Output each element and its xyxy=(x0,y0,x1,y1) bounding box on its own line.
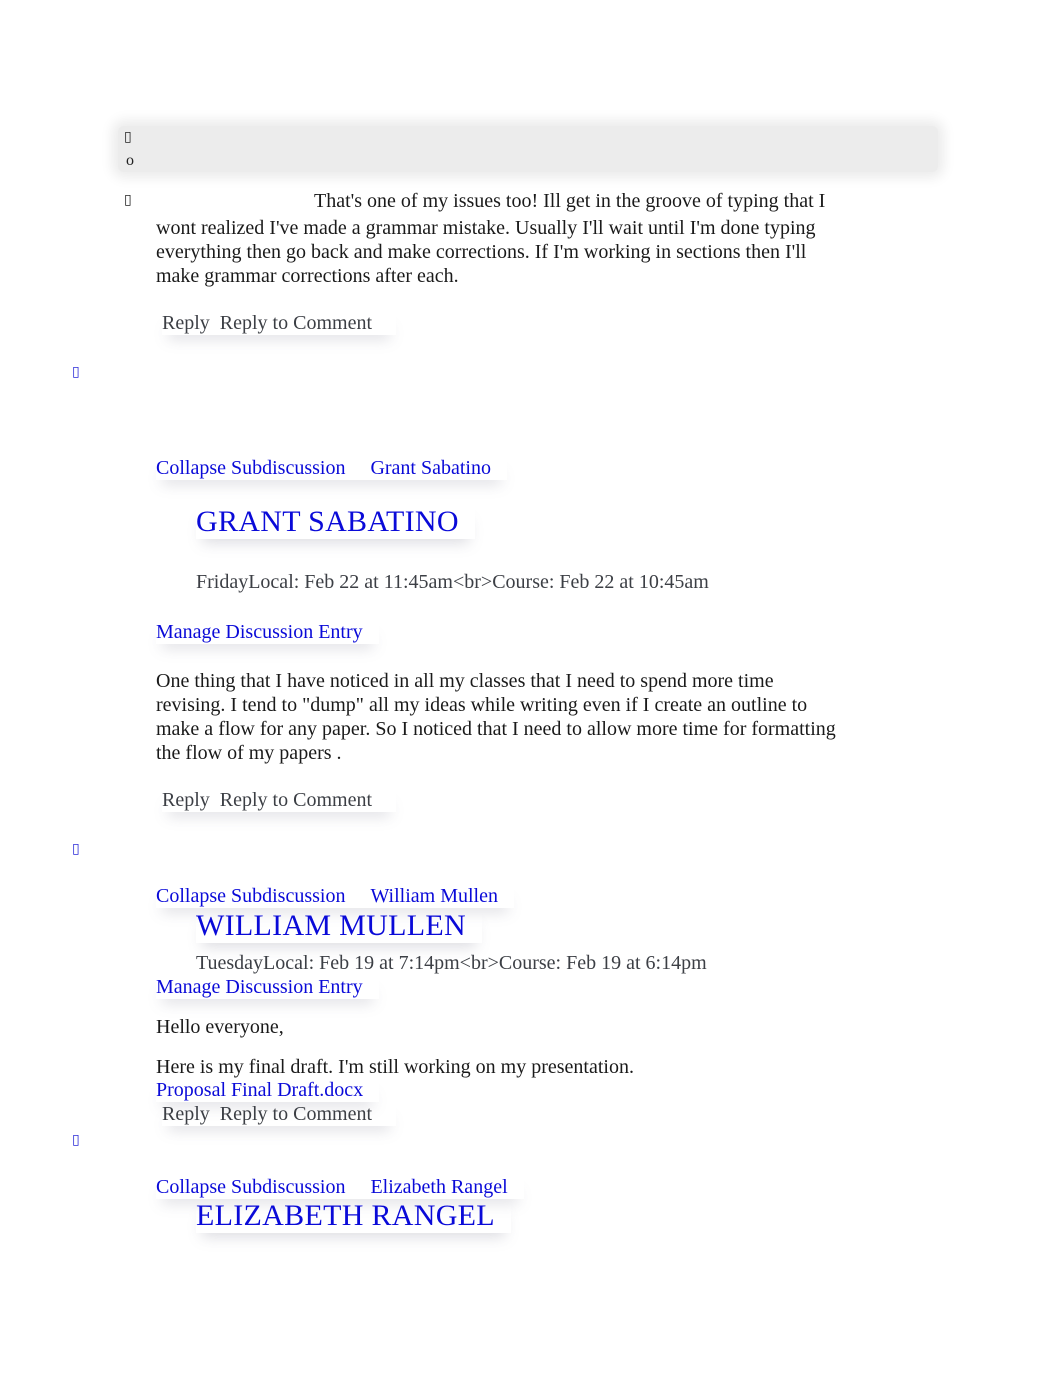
author-heading[interactable]: WILLIAM MULLEN xyxy=(196,909,482,943)
entry-timestamp: FridayLocal: Feb 22 at 11:45am<br>Course… xyxy=(196,571,709,593)
entry-actions: Reply Reply to Comment xyxy=(162,1103,396,1126)
author-heading[interactable]: ELIZABETH RANGEL xyxy=(196,1199,511,1233)
reply-button[interactable]: Reply xyxy=(162,1103,210,1125)
collapsed-header-bar xyxy=(118,126,938,172)
entry-body-line: the flow of my papers . xyxy=(156,742,342,764)
entry-header-links: Collapse Subdiscussion Elizabeth Rangel xyxy=(156,1176,524,1199)
entry-body-line: One thing that I have noticed in all my … xyxy=(156,670,774,692)
circle-bullet-icon: o xyxy=(126,152,134,169)
comment-text-line: make grammar corrections after each. xyxy=(156,265,459,287)
entry-body: Here is my final draft. I'm still workin… xyxy=(156,1056,634,1078)
collapse-subdiscussion-link[interactable]: Collapse Subdiscussion xyxy=(156,1176,345,1198)
entry-actions: Reply Reply to Comment xyxy=(162,789,396,812)
author-link[interactable]: William Mullen xyxy=(370,885,498,907)
reply-to-comment-button[interactable]: Reply to Comment xyxy=(220,312,372,334)
entry-header-links: Collapse Subdiscussion Grant Sabatino xyxy=(156,457,507,480)
author-heading[interactable]: GRANT SABATINO xyxy=(196,505,475,539)
author-link[interactable]: Grant Sabatino xyxy=(370,457,491,479)
manage-discussion-entry-link[interactable]: Manage Discussion Entry xyxy=(156,621,379,644)
manage-discussion-entry-link[interactable]: Manage Discussion Entry xyxy=(156,976,379,999)
author-link[interactable]: Elizabeth Rangel xyxy=(370,1176,507,1198)
reply-button[interactable]: Reply xyxy=(162,312,210,334)
comment-text-line: wont realized I've made a grammar mistak… xyxy=(156,217,816,239)
attachment-link[interactable]: Proposal Final Draft.docx xyxy=(156,1079,379,1102)
expand-toggle-icon[interactable]: ▯ xyxy=(72,1132,80,1148)
entry-greeting: Hello everyone, xyxy=(156,1016,284,1038)
entry-timestamp: TuesdayLocal: Feb 19 at 7:14pm<br>Course… xyxy=(196,952,707,974)
reply-to-comment-button[interactable]: Reply to Comment xyxy=(220,1103,372,1125)
entry-body-line: revising. I tend to "dump" all my ideas … xyxy=(156,694,808,716)
comment-actions: Reply Reply to Comment xyxy=(162,312,396,335)
reply-button[interactable]: Reply xyxy=(162,789,210,811)
collapse-subdiscussion-link[interactable]: Collapse Subdiscussion xyxy=(156,885,345,907)
collapse-subdiscussion-link[interactable]: Collapse Subdiscussion xyxy=(156,457,345,479)
entry-header-links: Collapse Subdiscussion William Mullen xyxy=(156,885,514,908)
entry-body-line: make a flow for any paper. So I noticed … xyxy=(156,718,836,740)
comment-text-line: everything then go back and make correct… xyxy=(156,241,807,263)
expand-toggle-icon[interactable]: ▯ xyxy=(72,841,80,857)
square-bullet-icon: ▯ xyxy=(124,192,132,208)
expand-toggle-icon[interactable]: ▯ xyxy=(72,364,80,380)
reply-to-comment-button[interactable]: Reply to Comment xyxy=(220,789,372,811)
comment-text-line: That's one of my issues too! Ill get in … xyxy=(314,190,826,212)
square-bullet-icon: ▯ xyxy=(124,129,132,145)
